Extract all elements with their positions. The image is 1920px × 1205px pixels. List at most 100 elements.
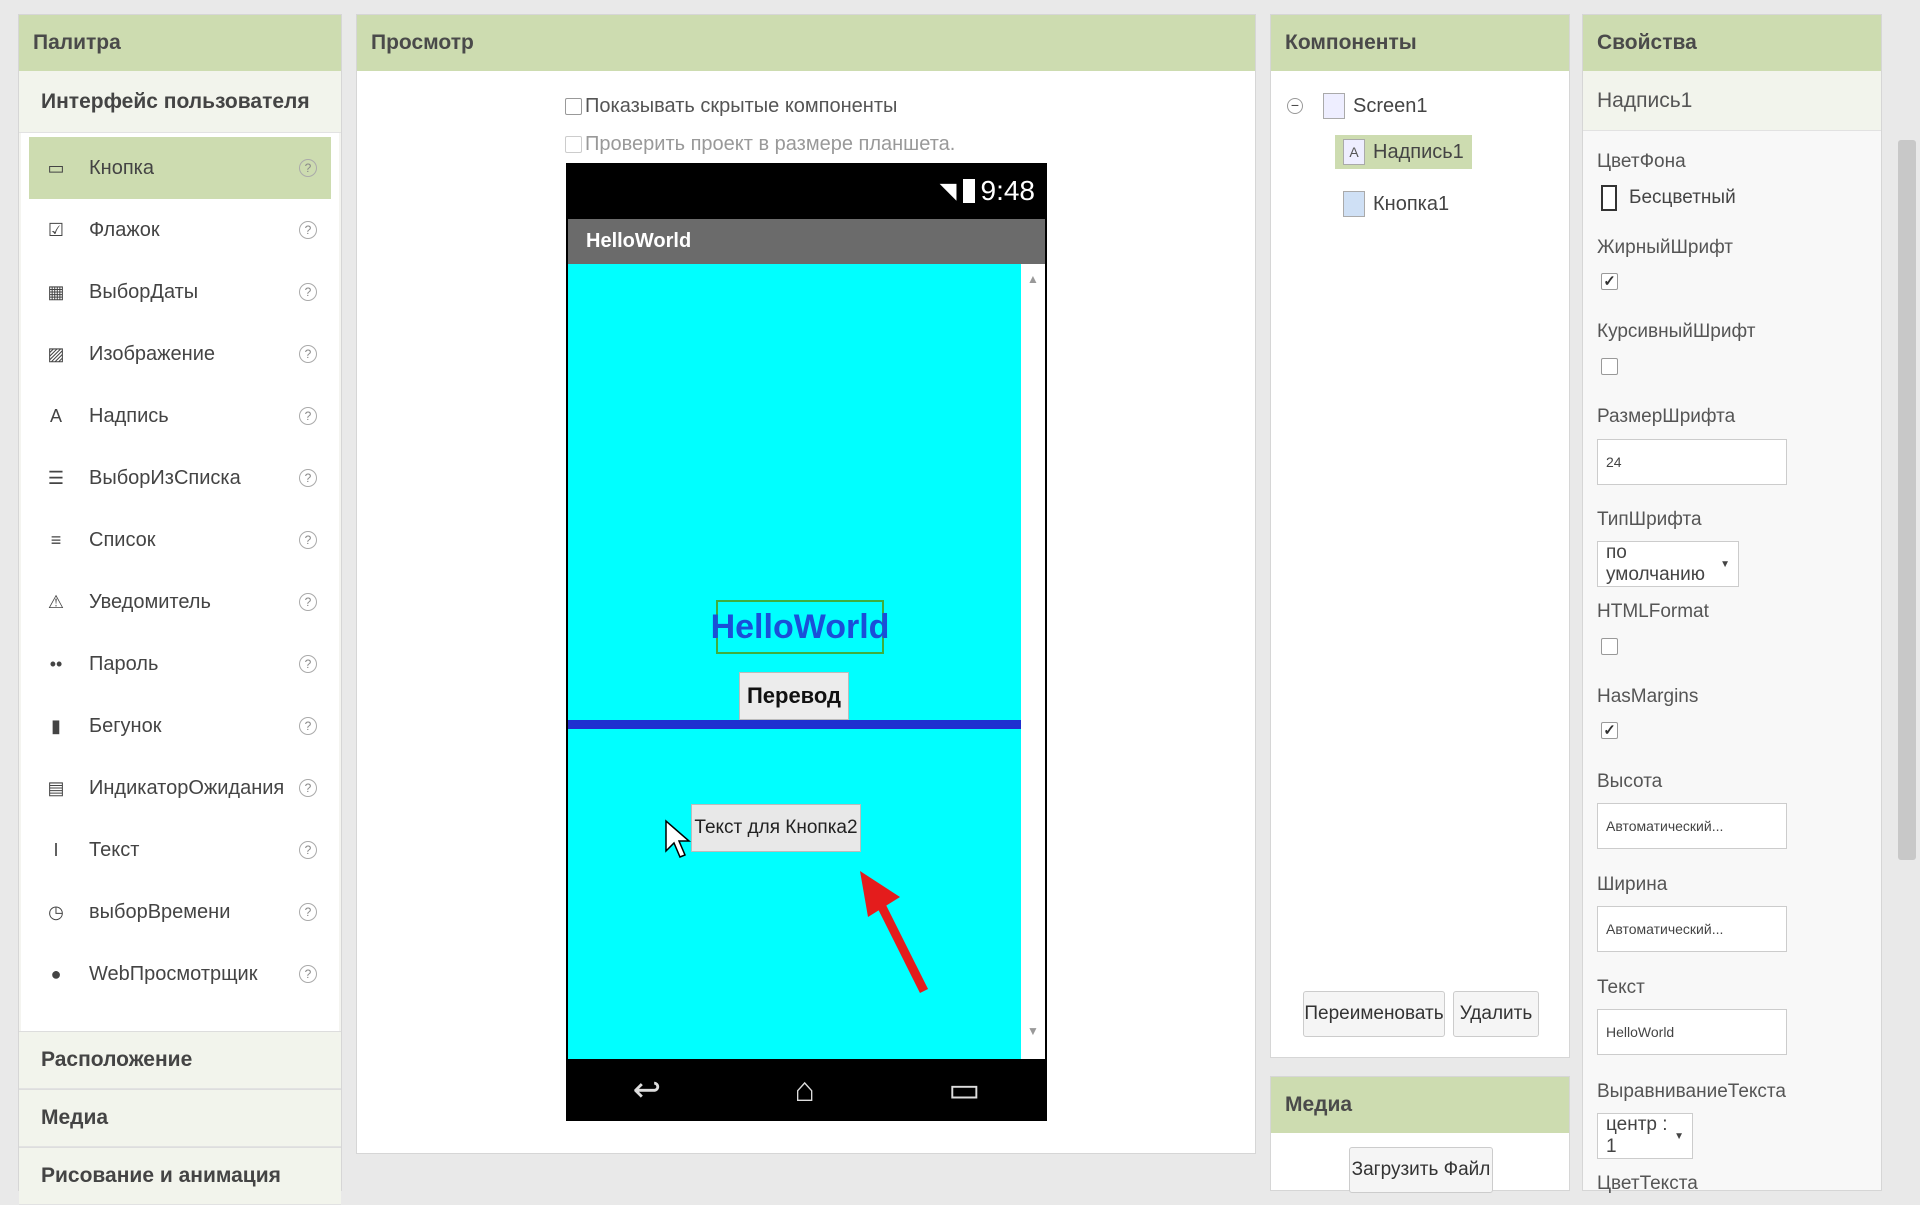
page-scrollbar[interactable] <box>1898 140 1916 860</box>
palette-item[interactable]: ▮ Бегунок? <box>29 695 331 757</box>
help-icon[interactable]: ? <box>299 655 317 673</box>
palette-item-label: Пароль <box>89 652 159 675</box>
help-icon[interactable]: ? <box>299 159 317 177</box>
text-input[interactable]: HelloWorld <box>1597 1009 1787 1055</box>
phone-scrollbar[interactable]: ▲ ▼ <box>1021 264 1045 1059</box>
width-label: Ширина <box>1597 874 1668 895</box>
help-icon[interactable]: ? <box>299 531 317 549</box>
show-hidden-option[interactable]: Показывать скрытые компоненты <box>565 95 897 118</box>
back-icon[interactable]: ↩ <box>633 1070 662 1110</box>
font-size-label: РазмерШрифта <box>1597 406 1736 427</box>
red-arrow-annotation <box>860 871 929 994</box>
text-align-dropdown[interactable]: центр : 1 ▼ <box>1597 1113 1693 1159</box>
italic-checkbox[interactable] <box>1601 358 1618 375</box>
text-color-label: ЦветТекста <box>1597 1173 1698 1194</box>
italic-label: КурсивныйШрифт <box>1597 321 1756 342</box>
palette-category-media[interactable]: Медиа <box>19 1089 341 1147</box>
bold-label: ЖирныйШрифт <box>1597 237 1733 258</box>
palette-item[interactable]: A Надпись? <box>29 385 331 447</box>
bold-checkbox[interactable] <box>1601 273 1618 290</box>
palette-item[interactable]: ▭ Кнопка? <box>29 137 331 199</box>
tablet-size-checkbox[interactable] <box>565 136 582 154</box>
palette-item[interactable]: ● WebПросмотрщик? <box>29 943 331 1005</box>
tablet-size-option[interactable]: Проверить проект в размере планшета. <box>565 133 955 156</box>
help-icon[interactable]: ? <box>299 283 317 301</box>
width-input[interactable]: Автоматический... <box>1597 906 1787 952</box>
slider-icon: ▮ <box>51 715 61 736</box>
button-icon: ▭ <box>47 157 65 178</box>
height-input[interactable]: Автоматический... <box>1597 803 1787 849</box>
status-bar: ◥ 9:48 <box>566 163 1047 219</box>
tree-label1[interactable]: A Надпись1 <box>1335 135 1472 169</box>
font-size-input[interactable]: 24 <box>1597 439 1787 485</box>
palette-item-label: ИндикаторОжидания <box>89 776 285 799</box>
help-icon[interactable]: ? <box>299 469 317 487</box>
button-2[interactable]: Текст для Кнопка2 <box>691 804 861 852</box>
rename-button[interactable]: Переименовать <box>1303 991 1445 1037</box>
palette-item[interactable]: ▨ Изображение? <box>29 323 331 385</box>
help-icon[interactable]: ? <box>299 345 317 363</box>
help-icon[interactable]: ? <box>299 221 317 239</box>
wifi-icon: ◥ <box>939 178 957 203</box>
label-icon: A <box>1343 139 1365 165</box>
palette-item[interactable]: ☑ Флажок? <box>29 199 331 261</box>
tree-button1[interactable]: Кнопка1 <box>1343 191 1449 217</box>
webviewer-icon: ● <box>50 963 62 984</box>
html-format-checkbox[interactable] <box>1601 638 1618 655</box>
dropdown-arrow-icon: ▼ <box>1674 1130 1684 1142</box>
color-swatch <box>1601 185 1617 211</box>
palette-item[interactable]: ⚠ Уведомитель? <box>29 571 331 633</box>
label-helloworld[interactable]: HelloWorld <box>711 600 889 654</box>
palette-category-drawing[interactable]: Рисование и анимация <box>19 1147 341 1205</box>
media-title: Медиа <box>1271 1077 1569 1133</box>
has-margins-label: HasMargins <box>1597 686 1699 707</box>
font-type-dropdown[interactable]: по умолчанию ▼ <box>1597 541 1739 587</box>
help-icon[interactable]: ? <box>299 717 317 735</box>
palette-item[interactable]: ☰ ВыборИзСписка? <box>29 447 331 509</box>
spinner-icon: ▤ <box>47 777 65 798</box>
button-icon <box>1343 191 1365 217</box>
palette-item-label: Текст <box>89 838 140 861</box>
palette-item[interactable]: ▤ ИндикаторОжидания? <box>29 757 331 819</box>
show-hidden-checkbox[interactable] <box>565 98 582 116</box>
height-label: Высота <box>1597 771 1663 792</box>
bg-color-picker[interactable]: Бесцветный <box>1601 185 1736 211</box>
password-icon: •• <box>49 653 63 674</box>
palette-title: Палитра <box>19 15 341 71</box>
help-icon[interactable]: ? <box>299 903 317 921</box>
delete-button[interactable]: Удалить <box>1453 991 1539 1037</box>
palette-item-label: Флажок <box>89 218 160 241</box>
home-icon[interactable]: ⌂ <box>794 1071 815 1110</box>
palette-panel: Палитра Интерфейс пользователя ▭ Кнопка? ☑… <box>18 14 342 1205</box>
bg-color-value: Бесцветный <box>1629 187 1736 208</box>
palette-category-layout[interactable]: Расположение <box>19 1031 341 1089</box>
upload-file-button[interactable]: Загрузить Файл <box>1349 1147 1493 1193</box>
palette-item[interactable]: •• Пароль? <box>29 633 331 695</box>
help-icon[interactable]: ? <box>299 841 317 859</box>
collapse-icon[interactable]: − <box>1287 98 1303 114</box>
palette-item[interactable]: ≡ Список? <box>29 509 331 571</box>
help-icon[interactable]: ? <box>299 593 317 611</box>
palette-item[interactable]: I Текст? <box>29 819 331 881</box>
font-type-label: ТипШрифта <box>1597 509 1702 530</box>
help-icon[interactable]: ? <box>299 965 317 983</box>
checkbox-icon: ☑ <box>47 219 65 240</box>
help-icon[interactable]: ? <box>299 779 317 797</box>
button-translate[interactable]: Перевод <box>739 672 849 720</box>
palette-item[interactable]: ◷ выборВремени? <box>29 881 331 943</box>
text-label: Текст <box>1597 977 1645 998</box>
palette-item[interactable]: ▦ ВыборДаты? <box>29 261 331 323</box>
help-icon[interactable]: ? <box>299 407 317 425</box>
palette-category-ui[interactable]: Интерфейс пользователя <box>19 71 341 133</box>
tree-screen1[interactable]: − Screen1 <box>1287 93 1428 119</box>
dropdown-arrow-icon: ▼ <box>1720 558 1730 570</box>
palette-item-label: выборВремени <box>89 900 231 923</box>
image-icon: ▨ <box>47 343 65 364</box>
components-panel: Компоненты − Screen1 A Надпись1 Кнопка1 … <box>1270 14 1570 1058</box>
properties-panel: Свойства Надпись1 ЦветФона Бесцветный Жи… <box>1582 14 1882 1194</box>
phone-screen[interactable]: HelloWorld Перевод Текст для Кнопка2 <box>568 264 1021 1059</box>
phone-mockup: ◥ 9:48 HelloWorld HelloWorld Перевод Тек… <box>566 163 1047 1121</box>
font-type-value: по умолчанию <box>1606 542 1705 585</box>
recents-icon[interactable]: ▭ <box>948 1070 980 1110</box>
has-margins-checkbox[interactable] <box>1601 722 1618 739</box>
